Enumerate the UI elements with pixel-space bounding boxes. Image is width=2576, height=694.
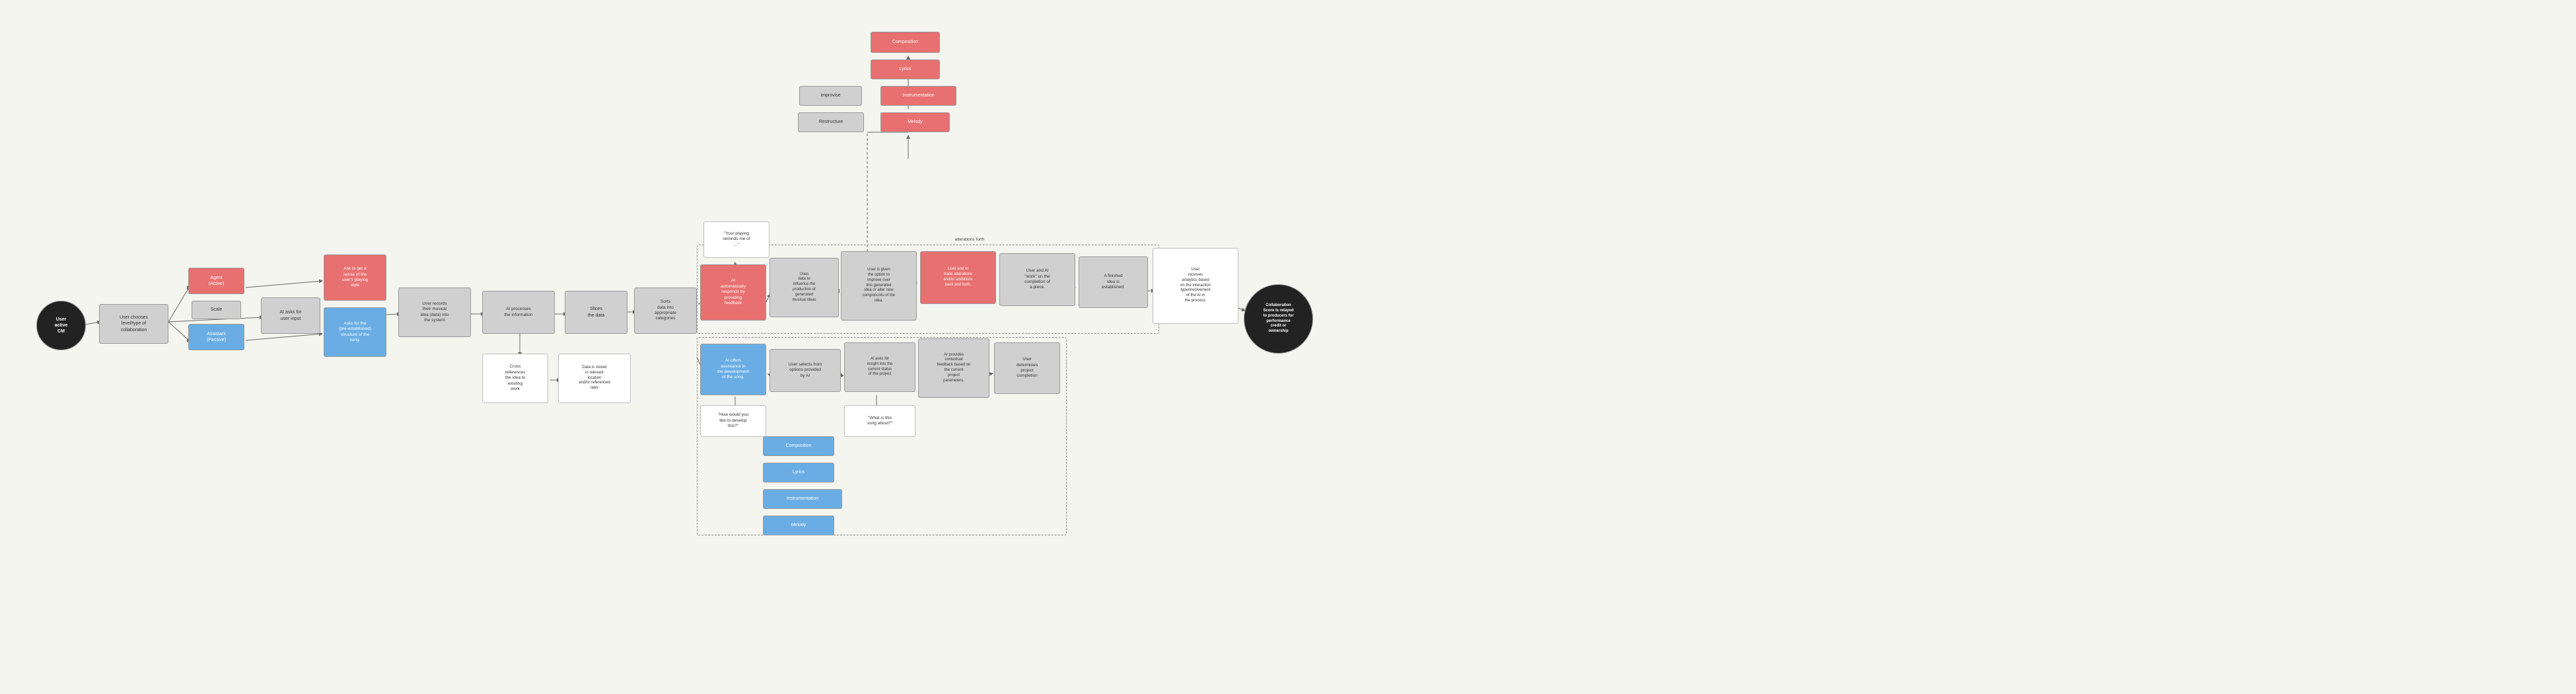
instrumentation-top-node: Instrumentation <box>880 86 956 106</box>
uses-data-node: Usesdata toinfluence theproduction ofgen… <box>769 258 839 317</box>
assistant-node: Assistant(Passive) <box>188 324 244 350</box>
ai-asks-input-node: AI asks foruser input <box>261 297 320 334</box>
melody-top-node: Melody <box>880 112 950 132</box>
user-ai-work-node: User and AI"work" on thecompletion ofa p… <box>999 253 1075 306</box>
user-selects-node: User selects fromoptions providedby AI <box>769 349 841 392</box>
how-develop-node: "How would youlike to developthis?" <box>700 405 766 437</box>
agent-node: Agent(Active) <box>188 268 244 294</box>
lyrics-passive-node: Lyrics <box>763 463 834 482</box>
collaboration-score-node: Collaboration Score is relayed to produc… <box>1244 284 1313 354</box>
restructure-top-node: Restructure <box>798 112 864 132</box>
user-receives-node: Userreceivesanalytics basedon the intera… <box>1153 248 1238 324</box>
ai-processes-node: AI processesthe information <box>482 291 555 334</box>
ask-preestablished-node: Asks for the(pre-established)structure o… <box>324 307 386 357</box>
scale-node: Scale <box>192 301 241 319</box>
finished-idea-node: A finishedidea isestablished. <box>1079 256 1148 308</box>
user-records-node: User recordstheir musicalidea (data) int… <box>398 288 471 337</box>
ai-offers-node: AI offersassistance inthe developmentof … <box>700 344 766 395</box>
your-playing-node: "Your playingreminds me of..." <box>703 221 769 258</box>
alterations-forth-label: alterations forth <box>930 230 1009 249</box>
composition-passive-node: Composition <box>763 436 834 456</box>
user-determines-node: Userdeterminesprojectcompletion <box>994 342 1060 394</box>
composition-top-node: Composition <box>871 32 940 53</box>
melody-passive-node: Melody <box>763 516 834 535</box>
data-stored-node: Data is storedin relevantlocationand/or … <box>558 354 631 403</box>
ask-sense-node: Ask to get asense of theuser's playingst… <box>324 254 386 301</box>
improvise-top-node: Improvise <box>799 86 862 106</box>
instrumentation-passive-node: Instrumentation <box>763 489 842 509</box>
user-active-node: User active CM <box>36 301 86 350</box>
main-canvas: User active CM User chooseslevel/type of… <box>0 0 2576 694</box>
ai-responds-node: AIautomaticallyresponds byprovidingfeedb… <box>700 264 766 321</box>
slices-node: Slicesthe data <box>565 291 627 334</box>
sorts-node: Sortsdata intoappropriatecategories <box>634 288 697 334</box>
cross-ref-node: Crossreferencesthe idea toexistingwork <box>482 354 548 403</box>
user-chooses-node: User chooseslevel/type ofcollaboration <box>99 304 168 344</box>
lyrics-top-node: Lyrics <box>871 59 940 79</box>
their-label: their <box>873 293 977 420</box>
